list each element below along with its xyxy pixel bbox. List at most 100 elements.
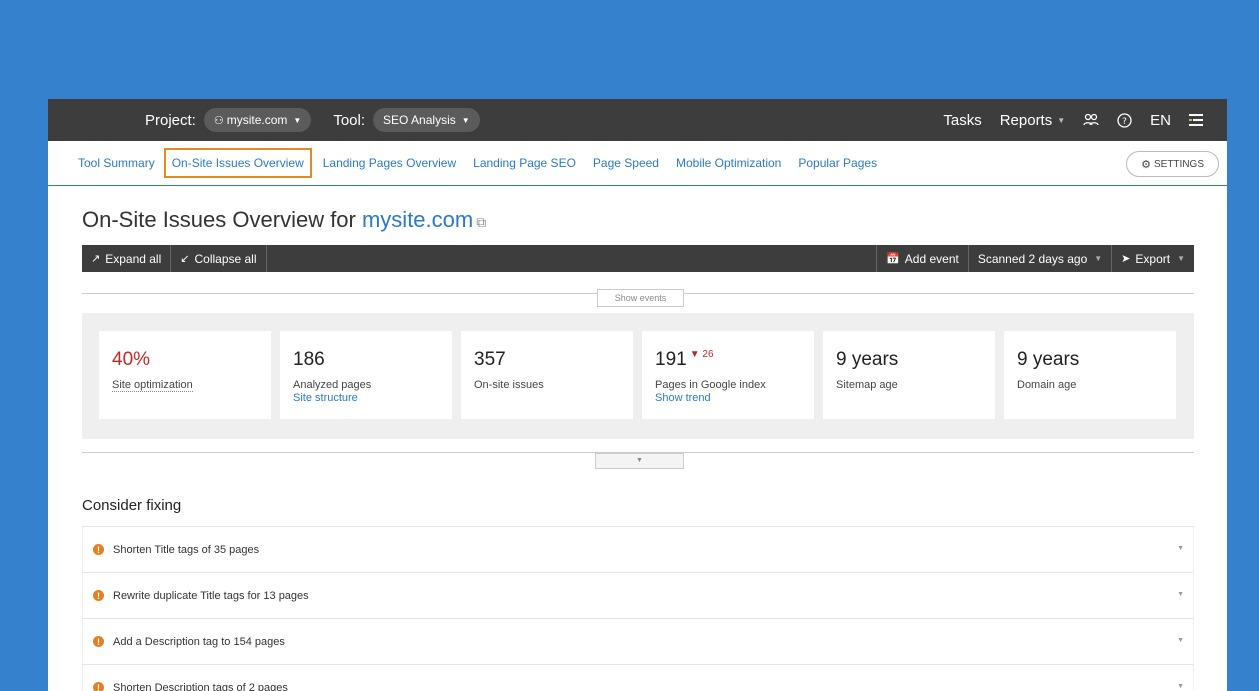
project-value: mysite.com	[226, 113, 288, 127]
add-event-label: Add event	[904, 251, 959, 266]
collapse-icon: ↙	[180, 253, 190, 265]
warning-icon: !	[93, 544, 104, 555]
show-events-button[interactable]: Show events	[597, 289, 684, 307]
metric-label: On-site issues	[474, 379, 544, 391]
metric-value-wrapper: 191 ▼ 26	[655, 349, 802, 371]
reports-menu[interactable]: Reports ▼	[1000, 112, 1065, 129]
metric-value: 40%	[112, 349, 151, 370]
project-selector[interactable]: ⚇ mysite.com ▼	[203, 108, 312, 132]
events-divider: Show events	[82, 272, 1194, 307]
site-structure-link[interactable]: Site structure	[293, 392, 440, 404]
collapse-all-button[interactable]: ↙ Collapse all	[171, 245, 267, 272]
warning-icon: !	[93, 682, 104, 691]
top-bar: Project: ⚇ mysite.com ▼ Tool: SEO Analys…	[48, 99, 1227, 141]
issue-text: Add a Description tag to 154 pages	[113, 635, 285, 648]
chevron-down-icon: ▼	[1177, 545, 1184, 552]
metric-label: Analyzed pages	[293, 379, 372, 391]
tab-popular-pages[interactable]: Popular Pages	[798, 156, 877, 170]
metrics-panel: 40% Site optimization 186 Analyzed pages…	[82, 313, 1194, 439]
tab-bar: Tool Summary On-Site Issues Overview Lan…	[48, 141, 1227, 186]
expand-all-label: Expand all	[105, 251, 162, 266]
language-selector[interactable]: EN	[1150, 112, 1171, 129]
warning-icon: !	[93, 590, 104, 601]
tab-landing-page-seo[interactable]: Landing Page SEO	[473, 156, 576, 170]
collapse-all-label: Collapse all	[194, 251, 257, 266]
tab-on-site-issues-overview[interactable]: On-Site Issues Overview	[163, 148, 312, 178]
app-window: Project: ⚇ mysite.com ▼ Tool: SEO Analys…	[48, 99, 1227, 691]
reports-label: Reports	[999, 111, 1053, 129]
settings-button[interactable]: ⚙ SETTINGS	[1126, 151, 1219, 177]
metric-card-domain-age: 9 years Domain age	[1004, 331, 1176, 419]
metric-label: Sitemap age	[836, 379, 898, 391]
chevron-down-icon: ▼	[1057, 115, 1066, 125]
metric-value: 9 years	[836, 349, 899, 370]
external-link-icon[interactable]: ⧉	[476, 214, 486, 230]
tab-landing-pages-overview[interactable]: Landing Pages Overview	[323, 156, 456, 170]
chevron-down-icon: ▼	[1177, 254, 1185, 263]
tool-value: SEO Analysis	[383, 113, 456, 127]
metric-label: Domain age	[1017, 379, 1077, 391]
metric-delta: ▼ 26	[689, 349, 714, 360]
chevron-down-icon: ▼	[461, 115, 470, 125]
menu-icon[interactable]	[1189, 114, 1203, 126]
issue-row[interactable]: ! Shorten Description tags of 2 pages ▼	[82, 665, 1194, 691]
chevron-down-icon: ▼	[1177, 637, 1184, 644]
page-title-prefix: On-Site Issues Overview for	[82, 207, 362, 232]
metric-value: 357	[474, 349, 506, 370]
metric-card-google-index: 191 ▼ 26 Pages in Google index Show trend	[642, 331, 814, 419]
metric-label: Pages in Google index	[655, 379, 766, 391]
expand-icon: ↗	[91, 253, 101, 265]
metric-value: 9 years	[1017, 349, 1080, 370]
settings-label: SETTINGS	[1153, 158, 1204, 170]
scan-history-dropdown[interactable]: Scanned 2 days ago ▼	[969, 245, 1113, 272]
tab-tool-summary[interactable]: Tool Summary	[78, 156, 155, 170]
metric-card-sitemap-age: 9 years Sitemap age	[823, 331, 995, 419]
metrics-divider: ▼	[82, 439, 1194, 469]
metric-card-on-site-issues: 357 On-site issues	[461, 331, 633, 419]
metric-value: 191	[655, 349, 687, 370]
expand-all-button[interactable]: ↗ Expand all	[82, 245, 172, 272]
section-title: Consider fixing	[82, 497, 182, 514]
issue-row[interactable]: ! Add a Description tag to 154 pages ▼	[82, 619, 1194, 665]
chevron-down-icon: ▼	[636, 457, 643, 464]
send-icon: ➤	[1121, 253, 1131, 265]
issue-text: Shorten Title tags of 35 pages	[113, 543, 260, 556]
chevron-down-icon: ▼	[1177, 683, 1184, 690]
top-bar-actions: Tasks Reports ▼ ? EN	[925, 112, 1203, 129]
metric-value: 186	[293, 349, 325, 370]
tool-selector[interactable]: SEO Analysis ▼	[373, 108, 480, 132]
warning-icon: !	[93, 636, 104, 647]
tool-label: Tool:	[333, 111, 366, 129]
project-label: Project:	[145, 111, 196, 129]
tab-page-speed[interactable]: Page Speed	[593, 156, 659, 170]
chevron-down-icon: ▼	[1177, 591, 1184, 598]
chevron-down-icon: ▼	[293, 115, 302, 125]
metric-card-analyzed-pages: 186 Analyzed pages Site structure	[280, 331, 452, 419]
calendar-icon: 📅	[886, 253, 900, 265]
chevron-down-icon: ▼	[1094, 254, 1103, 263]
site-link[interactable]: mysite.com	[362, 207, 473, 232]
report-toolbar: ↗ Expand all ↙ Collapse all 📅 Add event …	[82, 245, 1194, 272]
expand-metrics-button[interactable]: ▼	[595, 453, 684, 469]
metric-delta-value: 26	[702, 349, 714, 360]
issue-row[interactable]: ! Rewrite duplicate Title tags for 13 pa…	[82, 573, 1194, 619]
scanned-label: Scanned 2 days ago	[977, 251, 1088, 266]
page-title: On-Site Issues Overview for mysite.com ⧉	[48, 186, 1227, 245]
svg-text:?: ?	[1122, 117, 1127, 127]
metric-card-site-optimization: 40% Site optimization	[99, 331, 271, 419]
tab-mobile-optimization[interactable]: Mobile Optimization	[676, 156, 781, 170]
issue-text: Rewrite duplicate Title tags for 13 page…	[113, 589, 309, 602]
help-icon[interactable]: ?	[1117, 112, 1132, 128]
issue-text: Shorten Description tags of 2 pages	[113, 681, 288, 691]
share-icon: ⚇	[213, 114, 224, 127]
add-event-button[interactable]: 📅 Add event	[877, 245, 969, 272]
users-icon[interactable]	[1083, 113, 1099, 127]
issue-row[interactable]: ! Shorten Title tags of 35 pages ▼	[82, 527, 1194, 573]
metric-label[interactable]: Site optimization	[112, 379, 193, 392]
issues-list: ! Shorten Title tags of 35 pages ▼ ! Rew…	[82, 526, 1194, 691]
tasks-link[interactable]: Tasks	[943, 112, 981, 129]
export-label: Export	[1135, 251, 1171, 266]
show-trend-link[interactable]: Show trend	[655, 392, 802, 404]
gear-icon: ⚙	[1141, 158, 1151, 171]
export-button[interactable]: ➤ Export ▼	[1112, 245, 1194, 272]
